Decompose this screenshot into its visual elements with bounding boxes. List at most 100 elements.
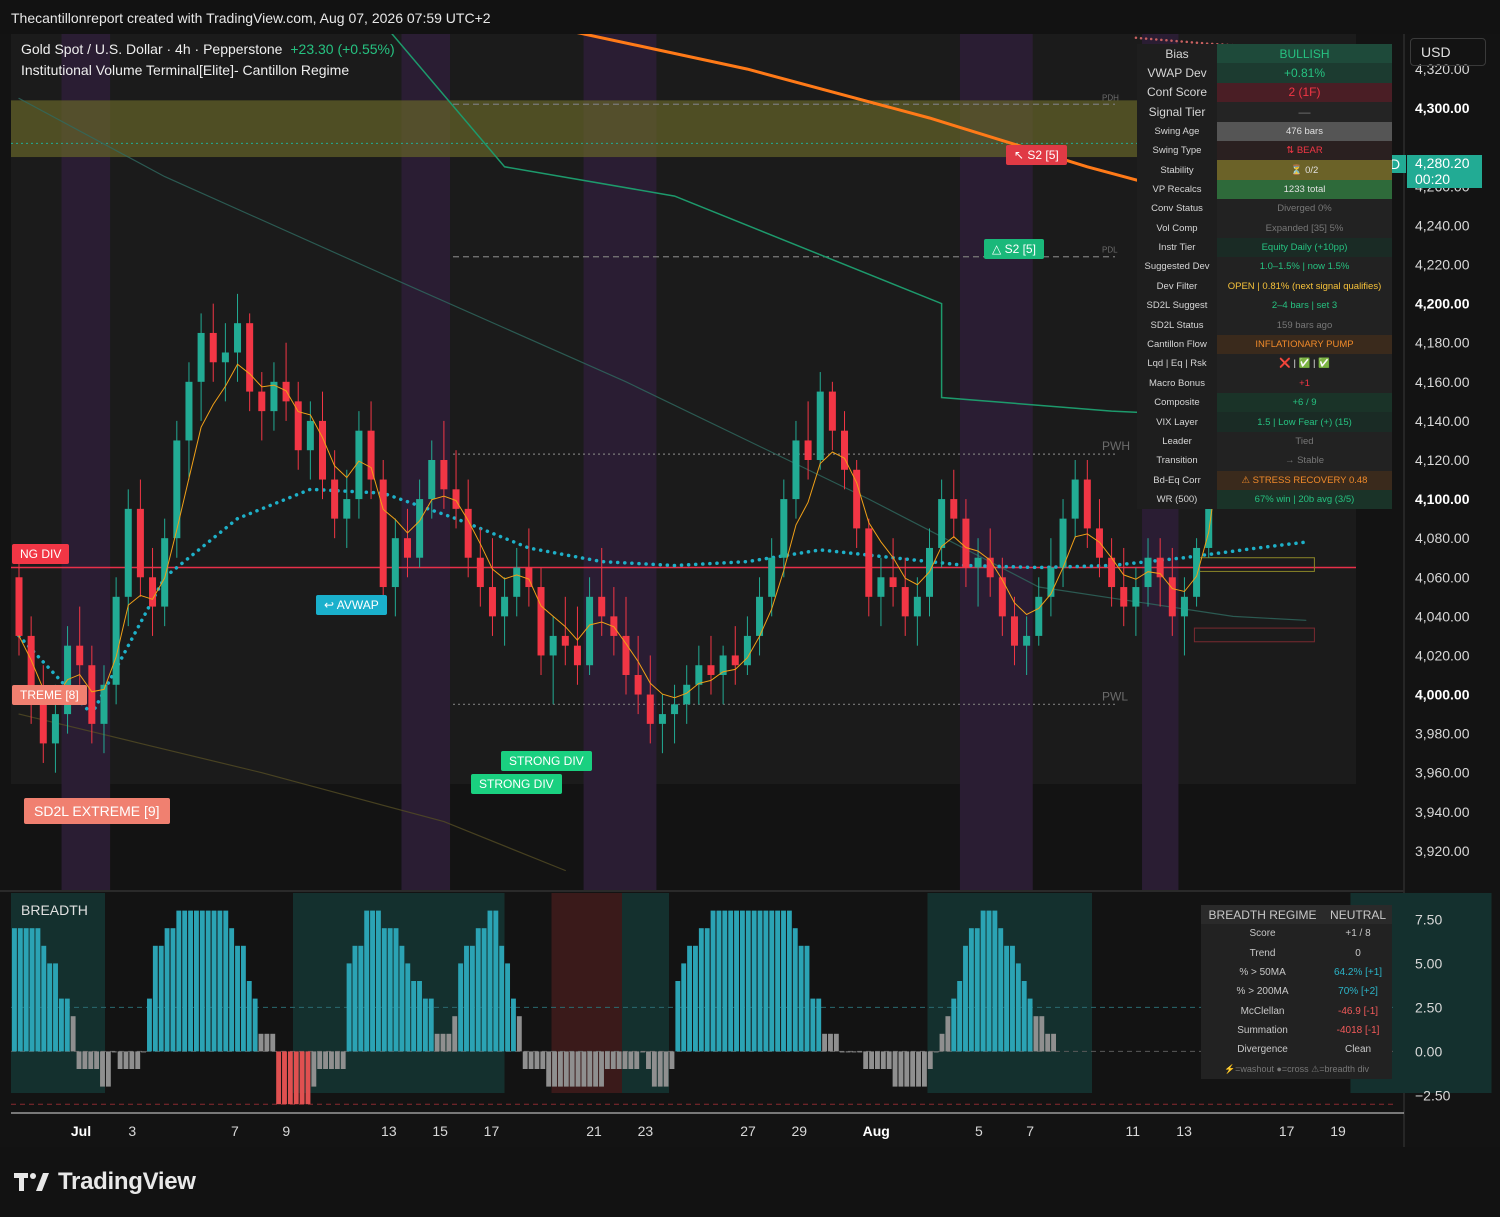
breadth-bar [129, 1051, 135, 1069]
regime-row-value: 1233 total [1217, 179, 1392, 200]
breadth-header-row: BREADTH REGIME NEUTRAL [1201, 905, 1392, 925]
price-tick-label: 4,220.00 [1415, 257, 1470, 273]
regime-row-label: Signal Tier [1137, 102, 1217, 122]
price-tick-label: 4,160.00 [1415, 374, 1470, 390]
breadth-bar [58, 998, 64, 1052]
regime-row-value: INFLATIONARY PUMP [1217, 334, 1392, 355]
breadth-bar [575, 1051, 581, 1087]
time-tick-label: 17 [1279, 1123, 1295, 1139]
breadth-bar [317, 1051, 323, 1069]
breadth-bar [147, 998, 152, 1052]
time-tick-label: 17 [484, 1123, 500, 1139]
breadth-bar [47, 963, 53, 1052]
breadth-bar [593, 1051, 599, 1087]
regime-row-label: Swing Type [1137, 140, 1217, 161]
candle-body [221, 352, 229, 363]
breadth-bar [211, 910, 217, 1052]
breadth-bar [628, 1051, 634, 1069]
regime-row: Instr Tier Equity Daily (+10pp) [1137, 237, 1392, 258]
candle-body [1010, 616, 1018, 646]
breadth-bar [287, 1051, 293, 1105]
tradingview-wordmark: TradingView [58, 1168, 196, 1195]
breadth-row-label: Trend [1201, 943, 1325, 963]
breadth-bar [763, 910, 769, 1052]
indicator-name[interactable]: Institutional Volume Terminal[Elite]- Ca… [21, 62, 349, 78]
signal-label[interactable]: SD2L EXTREME [9] [24, 798, 170, 824]
breadth-bar [229, 928, 235, 1052]
breadth-bar [916, 1051, 921, 1087]
breadth-legend: ⚡=washout ●=cross ⚠=breadth div [1201, 1059, 1392, 1079]
signal-label[interactable]: NG DIV [12, 544, 70, 564]
breadth-bar [188, 910, 193, 1052]
breadth-bar [945, 1016, 951, 1052]
candle-body [100, 684, 108, 724]
regime-row-label: Macro Bonus [1137, 373, 1217, 394]
candle-body [440, 460, 448, 490]
breadth-bar [552, 1051, 557, 1087]
signal-label[interactable]: STRONG DIV [501, 751, 592, 771]
signal-label[interactable]: TREME [8] [12, 685, 87, 705]
breadth-bar [299, 1051, 305, 1105]
candle-body [1035, 596, 1043, 636]
regime-row: Swing Type ⇅ BEAR [1137, 140, 1392, 161]
breadth-bar [857, 1051, 863, 1053]
breadth-bar [739, 910, 745, 1052]
price-tick-label: 4,040.00 [1415, 608, 1470, 624]
breadth-bar [921, 1051, 927, 1087]
regime-row-value: 67% win | 20b avg (3/5) [1217, 489, 1392, 510]
breadth-bar [751, 910, 757, 1052]
candle-body [950, 499, 958, 519]
candle-body [488, 587, 496, 617]
candle-body [51, 714, 59, 744]
regime-row-value: Expanded [35] 5% [1217, 218, 1392, 238]
regime-row-value: Diverged 0% [1217, 199, 1392, 219]
breadth-bar [992, 910, 998, 1052]
breadth-bar [370, 910, 375, 1052]
candle-body [549, 635, 557, 656]
candle-body [901, 587, 909, 617]
breadth-bar [352, 945, 358, 1052]
signal-label[interactable]: ↖ S2 [5] [1006, 145, 1067, 165]
candle-body [913, 596, 921, 617]
price-tick-label: 3,960.00 [1415, 765, 1470, 781]
price-tick-label: 4,200.00 [1415, 296, 1470, 312]
signal-label[interactable]: △ S2 [5] [984, 239, 1044, 259]
candle-body [112, 596, 120, 685]
breadth-row: % > 50MA 64.2% [+1] [1201, 962, 1392, 983]
breadth-bar [563, 1051, 569, 1087]
candle-body [88, 665, 96, 724]
currency-selector[interactable]: USD [1410, 38, 1486, 66]
candle-body [561, 635, 569, 646]
price-tick-label: 4,240.00 [1415, 217, 1470, 233]
breadth-bar [1010, 945, 1015, 1052]
candle-body [476, 557, 484, 588]
candle-body [646, 694, 654, 724]
signal-label[interactable]: ↩ AVWAP [316, 595, 387, 615]
breadth-bar [839, 1051, 845, 1053]
breadth-bar [828, 1033, 833, 1052]
breadth-bar [305, 1051, 311, 1105]
candle-body [695, 665, 703, 685]
signal-label[interactable]: STRONG DIV [471, 774, 562, 794]
candle-body [367, 430, 375, 480]
breadth-bar [264, 1033, 270, 1052]
breadth-bar [769, 910, 775, 1052]
breadth-tick-label: −2.50 [1415, 1087, 1451, 1103]
breadth-bar [1033, 1016, 1039, 1052]
breadth-bar [710, 910, 716, 1052]
price-tick-label: 4,300.00 [1415, 100, 1470, 116]
candle-body [124, 508, 132, 597]
breadth-row: Trend 0 [1201, 943, 1392, 963]
price-tick-label: 4,180.00 [1415, 335, 1470, 351]
breadth-bar [892, 1051, 898, 1087]
candle-body [768, 557, 776, 597]
breadth-bar [223, 910, 229, 1052]
breadth-bar [622, 1051, 628, 1069]
regime-row-value: ⏳ 0/2 [1217, 160, 1392, 180]
chart-header: Thecantillonreport created with TradingV… [0, 0, 1500, 34]
candle-body [1095, 528, 1103, 558]
breadth-bar [546, 1051, 552, 1087]
regime-row: Conf Score 2 (1F) [1137, 82, 1392, 103]
breadth-bar [604, 1051, 610, 1069]
candle-body [962, 518, 970, 568]
